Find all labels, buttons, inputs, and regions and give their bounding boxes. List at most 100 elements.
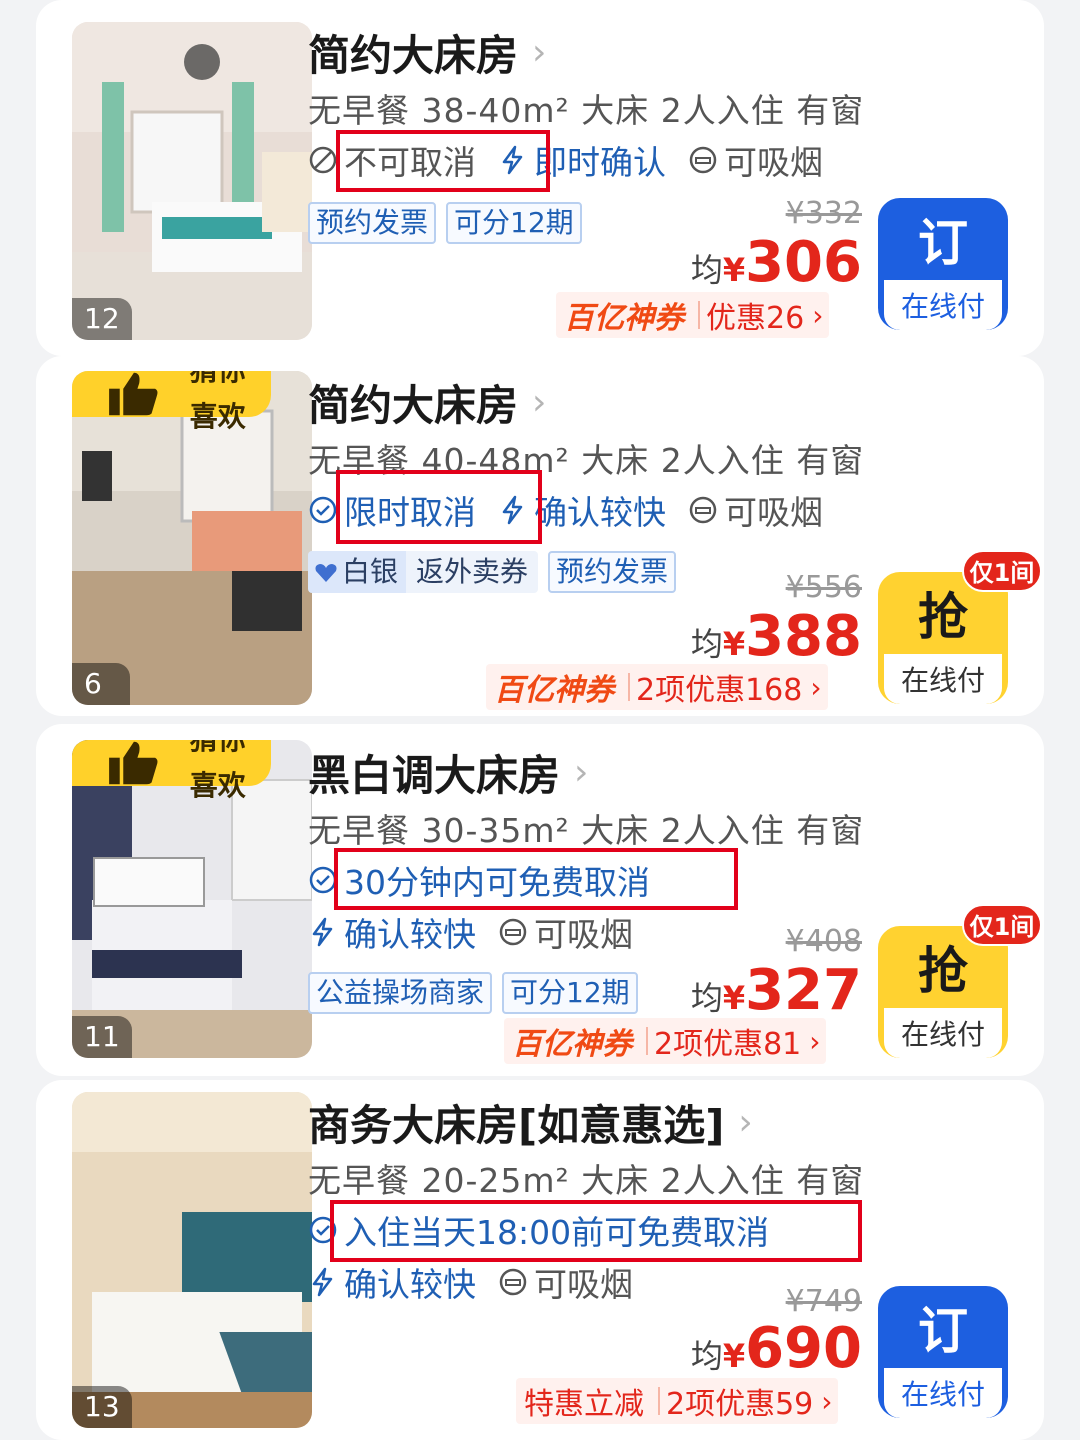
currency-symbol: ¥ — [722, 1337, 746, 1375]
thumb-up-icon — [109, 741, 158, 785]
confirm-policy-text: 确认较快 — [344, 915, 476, 954]
room-title[interactable]: 简约大床房 › — [308, 372, 546, 433]
chevron-right-icon: › — [810, 670, 822, 704]
guess-badge-text: 猜你喜欢 — [189, 740, 246, 802]
book-button-label: 订 — [918, 214, 968, 272]
policy-row: 确认较快 可吸烟 — [308, 908, 655, 956]
room-photo[interactable]: 13 — [72, 1092, 312, 1428]
price-value: 388 — [745, 604, 862, 669]
grab-button-sublabel: 在线付 — [884, 1008, 1002, 1058]
photo-count: 12 — [72, 298, 132, 340]
room-title-text: 黑白调大床房 — [308, 751, 561, 800]
avg-label: 均 — [690, 979, 723, 1017]
tag: 可分12期 — [446, 202, 582, 244]
smoking-policy-text: 可吸烟 — [724, 493, 823, 532]
no-cancel-icon — [309, 146, 337, 174]
promo-row[interactable]: 特惠立减 2项优惠59 › — [516, 1378, 839, 1424]
room-photo[interactable]: 猜你喜欢 6 — [72, 371, 312, 705]
tag: 预约发票 — [308, 202, 437, 244]
smoking-policy-text: 可吸烟 — [534, 915, 633, 954]
promo-row[interactable]: 百亿神券 2项优惠168 › — [486, 664, 828, 710]
highlight-box — [330, 1200, 862, 1262]
room-title-text: 简约大床房 — [308, 381, 519, 430]
currency-symbol: ¥ — [722, 251, 746, 289]
price: 均¥690 — [640, 1316, 862, 1381]
room-desc: 无早餐 38-40m² 大床 2人入住 有窗 — [308, 91, 865, 130]
currency-symbol: ¥ — [722, 625, 746, 663]
smoking-policy-text: 可吸烟 — [534, 1265, 633, 1304]
divider — [646, 1027, 648, 1055]
promo-brand: 百亿神券 — [512, 1027, 632, 1062]
policy-row: 确认较快 可吸烟 — [308, 1258, 655, 1306]
book-button-label: 订 — [918, 1302, 968, 1360]
only-one-left-badge: 仅1间 — [962, 550, 1042, 592]
photo-count: 11 — [72, 1016, 132, 1058]
smoking-icon — [689, 496, 717, 524]
room-title[interactable]: 黑白调大床房 › — [308, 742, 588, 803]
smoking-icon — [689, 146, 717, 174]
guess-you-like-badge: 猜你喜欢 — [72, 371, 272, 433]
chevron-right-icon: › — [574, 752, 589, 793]
smoking-policy: 可吸烟 — [498, 1258, 633, 1306]
chevron-right-icon: › — [738, 1102, 753, 1143]
room-photo[interactable]: 猜你喜欢 11 — [72, 740, 312, 1058]
divider — [628, 673, 630, 701]
highlight-box — [334, 848, 738, 910]
chevron-right-icon: › — [821, 1384, 833, 1418]
room-title-text: 简约大床房 — [308, 31, 519, 80]
member-level: 白银 — [308, 551, 407, 593]
price: 均¥306 — [640, 230, 862, 295]
original-price: ¥332 — [785, 196, 862, 231]
smoking-icon — [499, 918, 527, 946]
grab-button-sublabel: 在线付 — [884, 654, 1002, 704]
avg-label: 均 — [690, 625, 723, 663]
original-price: ¥556 — [785, 570, 862, 605]
confirm-policy-text: 即时确认 — [534, 143, 666, 182]
promo-row[interactable]: 百亿神券 优惠26 › — [556, 292, 830, 338]
tag: 公益操场商家 — [308, 972, 493, 1014]
smoking-policy: 可吸烟 — [688, 486, 823, 534]
price-value: 327 — [745, 958, 862, 1023]
price: 均¥327 — [640, 958, 862, 1023]
book-button[interactable]: 订 在线付 — [878, 198, 1008, 330]
highlight-box — [336, 470, 542, 544]
confirm-policy-text: 确认较快 — [344, 1265, 476, 1304]
room-title[interactable]: 简约大床房 › — [308, 22, 546, 83]
price: 均¥388 — [640, 604, 862, 669]
smoking-policy-text: 可吸烟 — [724, 143, 823, 182]
confirm-policy: 确认较快 — [308, 908, 476, 956]
room-title[interactable]: 商务大床房[如意惠选] › — [308, 1092, 753, 1153]
room-photo[interactable]: 12 — [72, 22, 312, 340]
promo-brand: 特惠立减 — [524, 1387, 644, 1422]
price-value: 690 — [745, 1316, 862, 1381]
room-title-text: 商务大床房[如意惠选] — [308, 1101, 725, 1150]
room-photo-image — [72, 22, 312, 340]
member-benefit-tag: 白银 返外卖券 — [308, 551, 539, 593]
tag-row: 公益操场商家 可分12期 — [308, 972, 638, 1014]
divider — [698, 301, 700, 329]
only-one-left-badge: 仅1间 — [962, 904, 1042, 946]
chevron-right-icon: › — [812, 298, 824, 332]
promo-row[interactable]: 百亿神券 2项优惠81 › — [504, 1018, 827, 1064]
room-photo-image — [72, 1092, 312, 1428]
check-circle-icon — [309, 496, 337, 524]
original-price: ¥408 — [785, 924, 862, 959]
tag-row: 白银 返外卖券 预约发票 — [308, 551, 677, 593]
chevron-right-icon: › — [532, 382, 547, 423]
lightning-icon — [312, 917, 333, 947]
original-price: ¥749 — [785, 1284, 862, 1319]
avg-label: 均 — [690, 1337, 723, 1375]
promo-text: 优惠26 — [706, 301, 805, 336]
book-button[interactable]: 订 在线付 — [878, 1286, 1008, 1418]
smoking-policy: 可吸烟 — [498, 908, 633, 956]
promo-brand: 百亿神券 — [564, 301, 684, 336]
promo-text: 2项优惠81 — [654, 1027, 802, 1062]
guess-you-like-badge: 猜你喜欢 — [72, 740, 272, 802]
promo-text: 2项优惠168 — [636, 673, 803, 708]
photo-count: 13 — [72, 1386, 132, 1428]
confirm-policy: 确认较快 — [308, 1258, 476, 1306]
tag: 可分12期 — [502, 972, 638, 1014]
highlight-box — [336, 130, 550, 192]
photo-count: 6 — [72, 663, 130, 705]
room-desc: 无早餐 30-35m² 大床 2人入住 有窗 — [308, 811, 865, 850]
